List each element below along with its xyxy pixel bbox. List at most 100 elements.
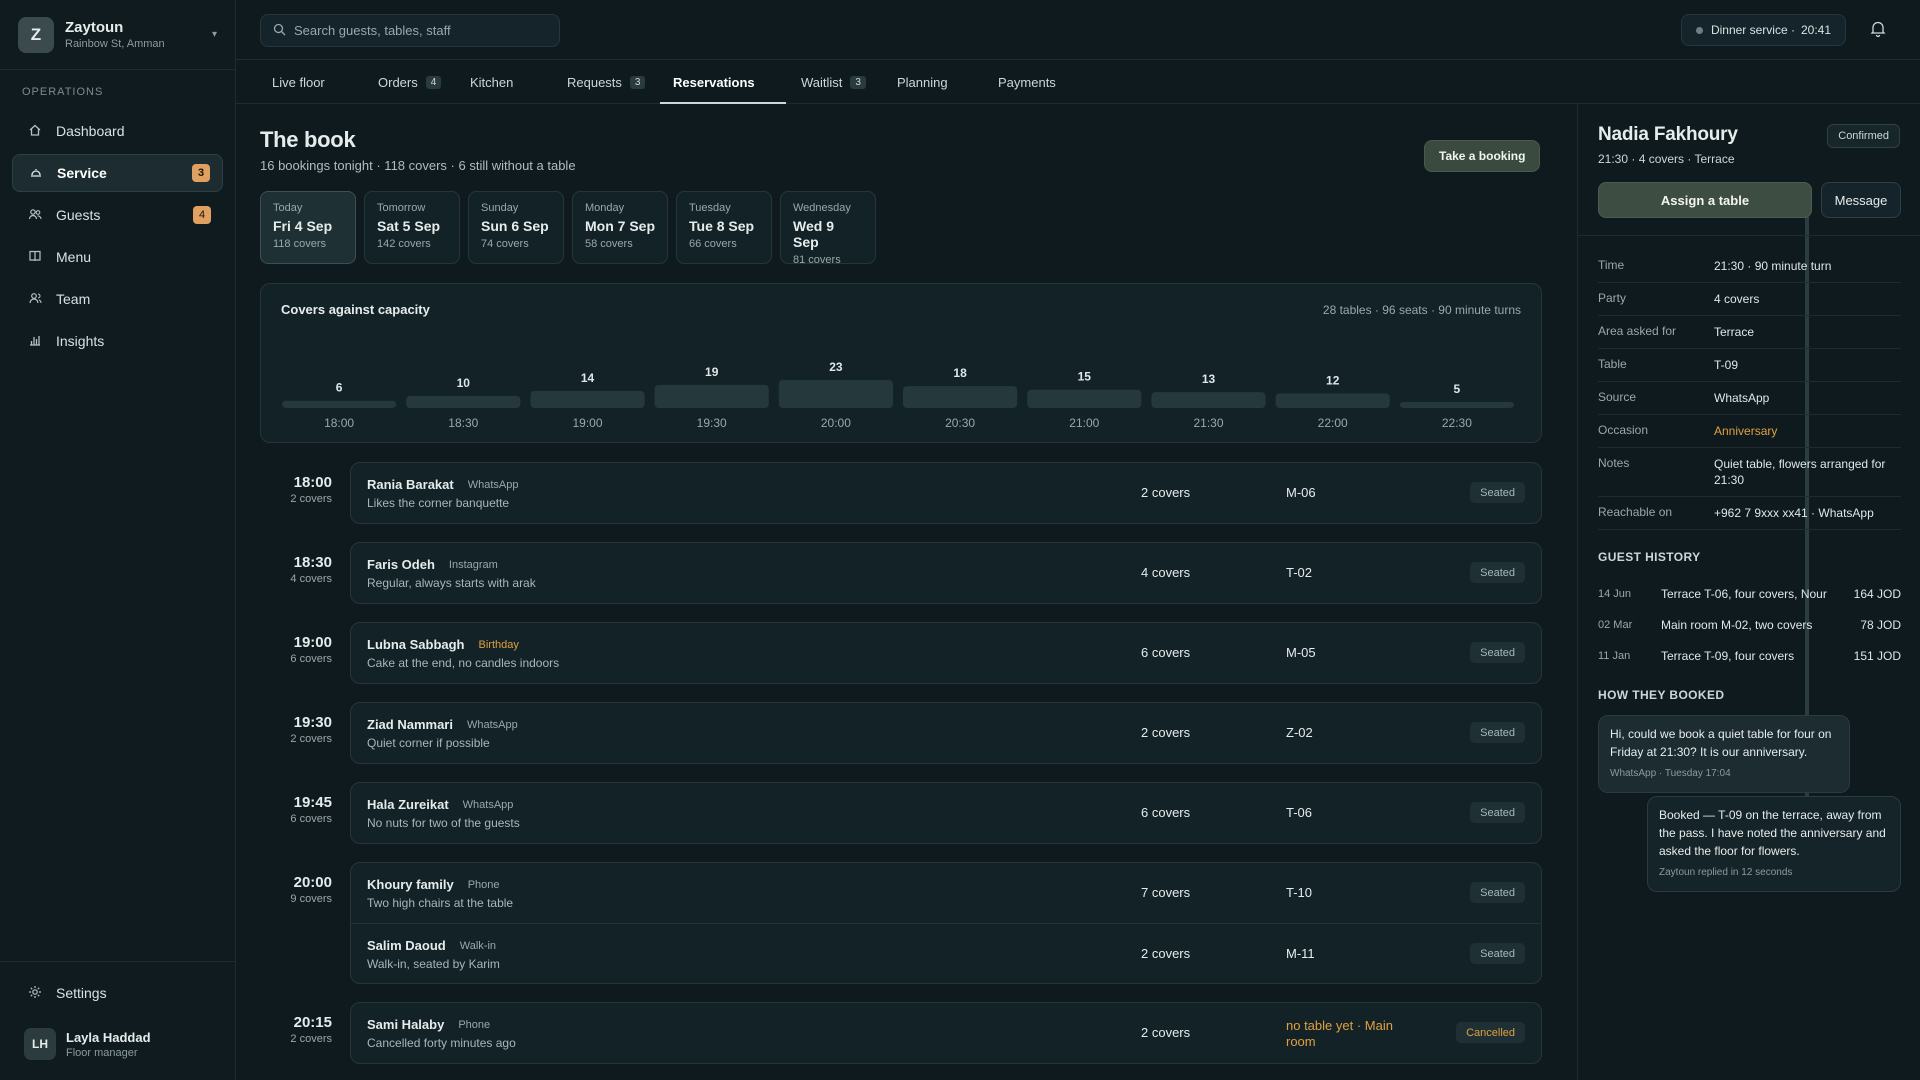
slot-covers: 2 covers [290,733,332,745]
bell-icon[interactable] [1870,20,1888,38]
detail-label: Reachable on [1598,505,1673,519]
message-button[interactable]: Message [1821,182,1901,218]
tab-reservations[interactable]: Reservations [673,60,755,104]
current-user[interactable]: LH Layla Haddad Floor manager [0,1016,236,1080]
reservation-card: Hala Zureikat WhatsApp No nuts for two of … [350,782,1542,844]
team-icon [26,291,44,308]
day-card[interactable]: Monday Mon 7 Sep 58 covers [572,191,668,264]
sidebar-item-insights[interactable]: Insights [12,322,223,360]
chevron-down-icon[interactable]: ▾ [212,29,217,40]
divider [1578,235,1920,236]
guest-name: Khoury family Phone [367,877,500,892]
tab-requests[interactable]: Requests 3 [567,60,646,104]
day-selector: Today Fri 4 Sep 118 covers Tomorrow Sat … [260,191,876,266]
status-badge: Seated [1470,482,1525,503]
day-card[interactable]: Tomorrow Sat 5 Sep 142 covers [364,191,460,264]
slot-time-column: 20:00 9 covers [260,862,350,984]
history-row[interactable]: 11 Jan Terrace T-09, four covers 151 JOD [1598,640,1901,671]
slot-time-column: 20:15 2 covers [260,1002,350,1064]
slot-time-column: 18:00 2 covers [260,462,350,524]
day-name: Wednesday [793,202,851,214]
top-bar: Dinner service · 20:41 [236,0,1920,60]
reservation-card: Ziad Nammari WhatsApp Quiet corner if poss… [350,702,1542,764]
count-badge: 3 [629,75,646,89]
reservation-row[interactable]: Khoury family Phone Two high chairs at the… [351,863,1541,923]
sidebar-item-label: Menu [56,249,92,265]
tab-kitchen[interactable]: Kitchen [470,60,513,104]
search-input[interactable] [294,23,544,38]
sidebar-item-settings[interactable]: Settings [12,974,224,1012]
bar-value-label: 6 [336,381,343,395]
chart-bar [903,386,1018,408]
day-card[interactable]: Today Fri 4 Sep 118 covers [260,191,356,264]
reservation-row[interactable]: Salim Daoud Walk-in Walk-in, seated by Kar… [351,923,1541,983]
day-date: Sun 6 Sep [481,218,549,234]
page-subtitle: 16 bookings tonight · 118 covers · 6 sti… [260,158,576,173]
tab-waitlist[interactable]: Waitlist 3 [801,60,866,104]
source-tag: Walk-in [459,939,497,952]
bar-value-label: 18 [953,366,967,380]
x-tick-label: 19:00 [572,416,602,430]
booked-heading: HOW THEY BOOKED [1598,688,1725,702]
detail-row: Source WhatsApp [1598,382,1901,415]
chart-bar [654,384,769,408]
sidebar-item-service[interactable]: Service 3 [12,154,223,192]
day-card[interactable]: Tuesday Tue 8 Sep 66 covers [676,191,772,264]
brand-name: Zaytoun [65,19,124,36]
status-badge: Confirmed [1827,124,1900,148]
reservation-list: 18:00 2 covers Rania Barakat WhatsApp Likes … [260,462,1542,1080]
day-covers: 58 covers [585,238,633,250]
brand-logo: Z [18,16,54,53]
x-tick-label: 22:30 [1442,416,1472,430]
message-meta: WhatsApp · Tuesday 17:04 [1610,768,1731,779]
detail-label: Notes [1598,456,1630,470]
day-card[interactable]: Sunday Sun 6 Sep 74 covers [468,191,564,264]
reservation-row[interactable]: Ziad Nammari WhatsApp Quiet corner if poss… [351,703,1541,763]
detail-label: Time [1598,258,1625,272]
reservation-row[interactable]: Hala Zureikat WhatsApp No nuts for two of … [351,783,1541,843]
day-name: Tuesday [689,202,731,214]
chart-bar [530,390,645,408]
tab-payments[interactable]: Payments [998,60,1056,104]
table-assignment: Z-02 [1286,725,1313,740]
tab-live-floor[interactable]: Live floor [272,60,325,104]
search-box[interactable] [260,14,560,47]
reservation-row[interactable]: Lubna Sabbagh Birthday Cake at the end, no… [351,623,1541,683]
reservation-row[interactable]: Sami Halaby Phone Cancelled forty minutes … [351,1003,1541,1063]
reservation-row[interactable]: Faris Odeh Instagram Regular, always start… [351,543,1541,603]
sidebar-item-guests[interactable]: Guests 4 [12,196,223,234]
day-card[interactable]: Wednesday Wed 9 Sep 81 covers [780,191,876,266]
status-badge: Seated [1470,802,1525,823]
service-time: 20:41 [1800,23,1831,37]
booking-note: Two high chairs at the table [367,896,514,910]
take-booking-button[interactable]: Take a booking [1424,140,1541,172]
chart-bar [778,380,893,408]
booking-details: Time 21:30 · 90 minute turn Party 4 covers A… [1598,250,1901,530]
service-status[interactable]: Dinner service · 20:41 [1680,14,1846,46]
detail-value: T-09 [1714,358,1739,372]
status-badge: Seated [1470,722,1525,743]
table-assignment: M-06 [1286,485,1316,500]
history-row[interactable]: 02 Mar Main room M-02, two covers 78 JOD [1598,609,1901,640]
guest-name-text: Salim Daoud [367,938,446,953]
tab-orders[interactable]: Orders 4 [378,60,442,104]
bar-value-label: 23 [829,360,843,374]
brand-switcher[interactable]: Z Zaytoun Rainbow St, Amman ▾ [0,0,235,70]
day-covers: 74 covers [481,238,529,250]
reservation-row[interactable]: Rania Barakat WhatsApp Likes the corner ba… [351,463,1541,523]
slot-time: 19:00 [293,634,332,651]
sidebar-item-team[interactable]: Team [12,280,223,318]
guest-name-text: Sami Halaby [367,1017,445,1032]
message-text: Hi, could we book a quiet table for four… [1610,727,1832,759]
slot-time-column: 19:00 6 covers [260,622,350,684]
assign-table-button[interactable]: Assign a table [1598,182,1812,218]
x-tick-label: 18:30 [448,416,478,430]
sidebar-item-menu[interactable]: Menu [12,238,223,276]
chart-bar [406,395,521,408]
guest-name-text: Hala Zureikat [367,797,449,812]
sidebar-item-dashboard[interactable]: Dashboard [12,112,223,150]
day-date: Mon 7 Sep [585,218,656,234]
tab-planning[interactable]: Planning [897,60,948,104]
history-row[interactable]: 14 Jun Terrace T-06, four covers, Nour 164… [1598,578,1901,609]
status-badge: Seated [1470,562,1525,583]
